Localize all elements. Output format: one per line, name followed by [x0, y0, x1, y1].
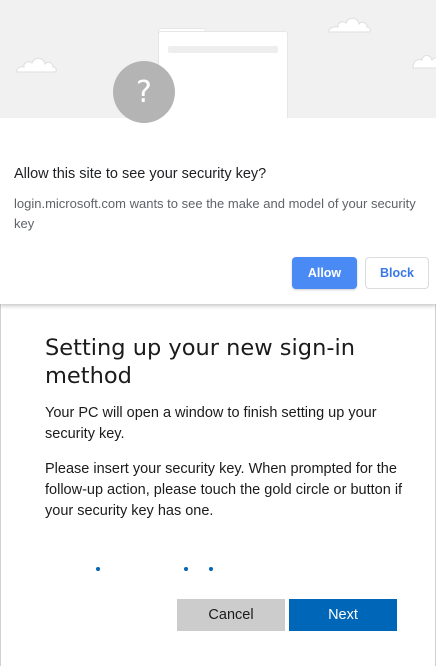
progress-dot: [184, 567, 188, 571]
permission-illustration: [0, 0, 436, 118]
setup-paragraph-window: Your PC will open a window to finish set…: [45, 405, 377, 442]
question-mark-icon: ?: [113, 61, 175, 123]
page: ? Allow this site to see your security k…: [0, 0, 436, 666]
setup-title: Setting up your new sign-in method: [45, 335, 355, 389]
permission-message: login.microsoft.com wants to see the mak…: [14, 196, 416, 231]
cloud-icon: [412, 55, 436, 69]
security-key-permission-dialog: ? Allow this site to see your security k…: [0, 0, 436, 304]
cloud-icon: [328, 17, 371, 33]
question-mark-glyph: ?: [136, 74, 152, 110]
next-button[interactable]: Next: [289, 599, 397, 631]
progress-dot: [209, 567, 213, 571]
permission-title: Allow this site to see your security key…: [14, 166, 267, 182]
block-button[interactable]: Block: [365, 257, 429, 289]
folder-card-line: [168, 46, 278, 53]
dialog-border-left: [0, 304, 1, 666]
setup-paragraph-insert-key: Please insert your security key. When pr…: [45, 461, 403, 519]
cloud-icon: [16, 57, 57, 73]
progress-dot: [96, 567, 100, 571]
folder-card-shape: [158, 31, 288, 118]
sign-in-setup-dialog: Setting up your new sign-in method Your …: [0, 304, 436, 666]
allow-button[interactable]: Allow: [292, 257, 357, 289]
cancel-button[interactable]: Cancel: [177, 599, 285, 631]
